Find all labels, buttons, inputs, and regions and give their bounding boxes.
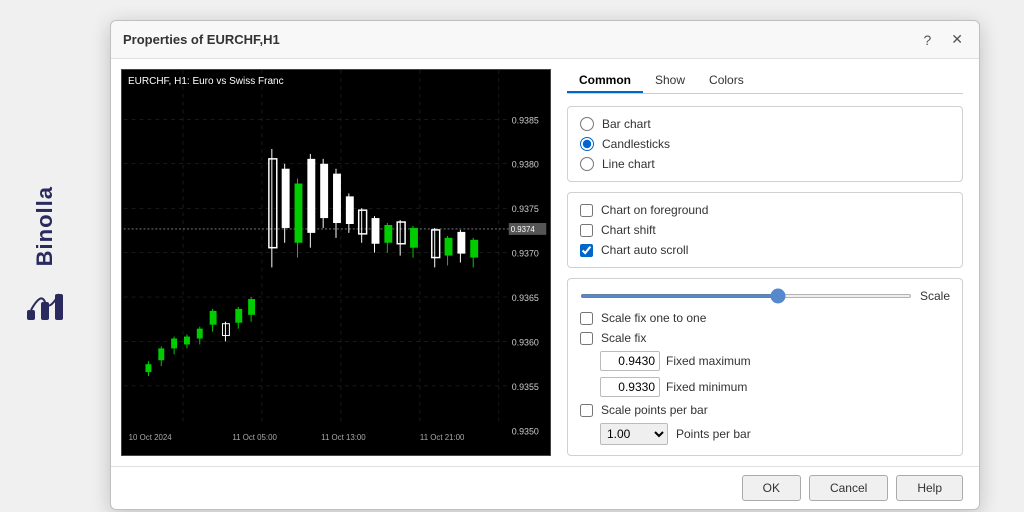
chart-type-radio-group: Bar chart Candlesticks Line chart	[580, 117, 950, 171]
fixed-min-row: Fixed minimum	[600, 377, 950, 397]
tab-show[interactable]: Show	[643, 69, 697, 93]
dialog-controls: ? ✕	[919, 29, 967, 50]
tab-common[interactable]: Common	[567, 69, 643, 93]
binolla-m-icon	[23, 282, 67, 326]
dialog-footer: OK Cancel Help	[111, 466, 979, 509]
sidebar-logo: Binolla	[32, 186, 58, 266]
svg-text:0.9370: 0.9370	[512, 249, 539, 259]
checkbox-foreground-label: Chart on foreground	[601, 203, 708, 217]
checkbox-fix-one[interactable]: Scale fix one to one	[580, 311, 950, 325]
svg-text:0.9374: 0.9374	[511, 225, 536, 234]
tab-colors[interactable]: Colors	[697, 69, 756, 93]
tabs: Common Show Colors	[567, 69, 963, 94]
radio-line-chart[interactable]: Line chart	[580, 157, 950, 171]
checkbox-points-per-bar[interactable]: Scale points per bar	[580, 403, 950, 417]
dialog-title: Properties of EURCHF,H1	[123, 32, 280, 47]
checkbox-autoscroll-label: Chart auto scroll	[601, 243, 688, 257]
radio-candlestick-input[interactable]	[580, 137, 594, 151]
fixed-max-label: Fixed maximum	[666, 354, 751, 368]
svg-text:11 Oct 21:00: 11 Oct 21:00	[420, 433, 465, 442]
help-footer-button[interactable]: Help	[896, 475, 963, 501]
checkbox-autoscroll[interactable]: Chart auto scroll	[580, 243, 950, 257]
dialog-body: EURCHF, H1: Euro vs Swiss Franc	[111, 59, 979, 466]
svg-text:0.9365: 0.9365	[512, 293, 539, 303]
fixed-max-row: Fixed maximum	[600, 351, 950, 371]
radio-line-input[interactable]	[580, 157, 594, 171]
points-per-bar-label: Points per bar	[676, 427, 751, 441]
checkbox-fix-one-input[interactable]	[580, 312, 593, 325]
svg-text:0.9350: 0.9350	[512, 426, 539, 436]
svg-text:0.9360: 0.9360	[512, 337, 539, 347]
close-button[interactable]: ✕	[947, 29, 967, 50]
svg-text:10 Oct 2024: 10 Oct 2024	[129, 433, 173, 442]
dialog-titlebar: Properties of EURCHF,H1 ? ✕	[111, 21, 979, 59]
chart-svg: 0.9385 0.9380 0.9375 0.9370 0.9365 0.936…	[122, 70, 550, 455]
app-container: Binolla Properties of EURCHF,H1 ? ✕ EURC…	[0, 0, 1024, 512]
checkbox-shift-label: Chart shift	[601, 223, 656, 237]
checkbox-scale-fix-label: Scale fix	[601, 331, 646, 345]
fixed-min-label: Fixed minimum	[666, 380, 747, 394]
right-panel: Common Show Colors Bar chart Candlestick…	[551, 59, 979, 466]
checkbox-scale-fix[interactable]: Scale fix	[580, 331, 950, 345]
ok-button[interactable]: OK	[742, 475, 801, 501]
checkbox-foreground[interactable]: Chart on foreground	[580, 203, 950, 217]
checkbox-autoscroll-input[interactable]	[580, 244, 593, 257]
checkbox-section: Chart on foreground Chart shift Chart au…	[567, 192, 963, 268]
scale-slider[interactable]	[580, 294, 912, 298]
chart-type-section: Bar chart Candlesticks Line chart	[567, 106, 963, 182]
radio-bar-label: Bar chart	[602, 117, 651, 131]
radio-candlestick[interactable]: Candlesticks	[580, 137, 950, 151]
checkbox-scale-fix-input[interactable]	[580, 332, 593, 345]
svg-text:0.9375: 0.9375	[512, 204, 539, 214]
fixed-max-input[interactable]	[600, 351, 660, 371]
svg-text:0.9355: 0.9355	[512, 382, 539, 392]
svg-text:0.9380: 0.9380	[512, 160, 539, 170]
checkbox-shift[interactable]: Chart shift	[580, 223, 950, 237]
radio-candlestick-label: Candlesticks	[602, 137, 670, 151]
scale-section: Scale Scale fix one to one Scale fix	[567, 278, 963, 456]
fixed-min-input[interactable]	[600, 377, 660, 397]
svg-text:11 Oct 13:00: 11 Oct 13:00	[321, 433, 366, 442]
svg-text:0.9385: 0.9385	[512, 115, 539, 125]
checkbox-fix-one-label: Scale fix one to one	[601, 311, 706, 325]
chart-area: EURCHF, H1: Euro vs Swiss Franc	[121, 69, 551, 456]
scale-options: Scale fix one to one Scale fix Fixed max…	[580, 311, 950, 445]
points-dropdown-row: 1.00 Points per bar	[600, 423, 950, 445]
points-per-bar-select[interactable]: 1.00	[600, 423, 668, 445]
scale-slider-row: Scale	[580, 289, 950, 303]
cancel-button[interactable]: Cancel	[809, 475, 888, 501]
help-button[interactable]: ?	[919, 30, 935, 50]
properties-dialog: Properties of EURCHF,H1 ? ✕ EURCHF, H1: …	[110, 20, 980, 510]
chart-header: EURCHF, H1: Euro vs Swiss Franc	[128, 76, 284, 87]
sidebar: Binolla	[0, 0, 90, 512]
checkbox-points-per-bar-label: Scale points per bar	[601, 403, 708, 417]
radio-bar-input[interactable]	[580, 117, 594, 131]
radio-line-label: Line chart	[602, 157, 655, 171]
checkbox-points-per-bar-input[interactable]	[580, 404, 593, 417]
checkbox-foreground-input[interactable]	[580, 204, 593, 217]
radio-bar-chart[interactable]: Bar chart	[580, 117, 950, 131]
checkbox-shift-input[interactable]	[580, 224, 593, 237]
scale-label: Scale	[920, 289, 950, 303]
svg-text:11 Oct 05:00: 11 Oct 05:00	[232, 433, 277, 442]
